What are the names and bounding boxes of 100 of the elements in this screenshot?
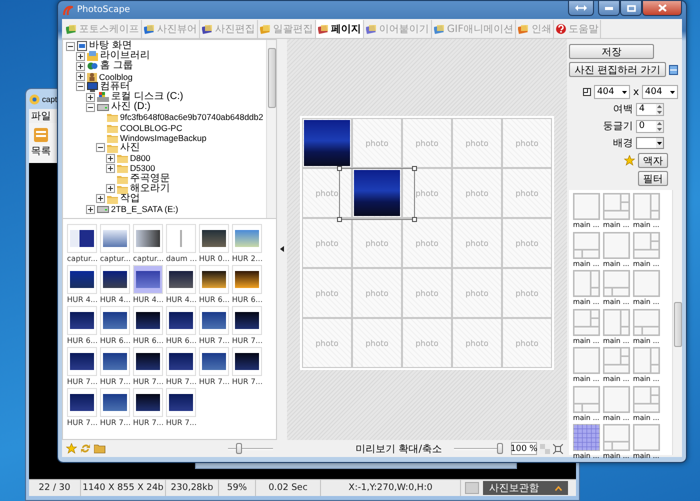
thumbnail[interactable] bbox=[199, 347, 229, 376]
expander-icon[interactable] bbox=[66, 42, 75, 51]
tree-item[interactable]: COOLBLOG-PC bbox=[120, 122, 182, 133]
folder-icon[interactable] bbox=[94, 444, 106, 454]
photo-slot[interactable]: photo bbox=[452, 268, 502, 318]
thumbnail[interactable] bbox=[67, 265, 97, 294]
close-button[interactable] bbox=[642, 1, 682, 16]
album-button[interactable]: 사진보관함 bbox=[483, 481, 568, 495]
tree-item[interactable]: D800 bbox=[130, 153, 150, 164]
fit-icon[interactable] bbox=[553, 444, 563, 454]
photo-slot[interactable]: photo bbox=[402, 318, 452, 368]
thumbnail[interactable] bbox=[166, 224, 196, 253]
thumbnail[interactable] bbox=[199, 265, 229, 294]
tree-item[interactable]: 해오라기 bbox=[130, 184, 170, 194]
photo-slot[interactable]: photo bbox=[452, 218, 502, 268]
tree-item[interactable]: 컴퓨터 bbox=[100, 82, 130, 92]
save-button[interactable]: 저장 bbox=[569, 44, 654, 59]
thumbnail[interactable] bbox=[67, 306, 97, 335]
photo-slot[interactable]: photo bbox=[402, 218, 452, 268]
thumbnail[interactable] bbox=[67, 224, 97, 253]
thumbnail[interactable] bbox=[133, 388, 163, 417]
thumbnail[interactable] bbox=[133, 265, 163, 294]
photo-slot[interactable]: photo bbox=[352, 268, 402, 318]
tree-item[interactable]: 바탕 화면 bbox=[89, 41, 132, 52]
minimize-button[interactable] bbox=[598, 1, 620, 16]
tree-item[interactable]: D5300 bbox=[130, 163, 156, 174]
star-icon[interactable] bbox=[66, 443, 77, 454]
thumbnail[interactable] bbox=[232, 224, 262, 253]
resize-handle[interactable] bbox=[337, 217, 342, 222]
thumbnail[interactable] bbox=[166, 265, 196, 294]
photo-slot[interactable]: photo bbox=[452, 118, 502, 168]
thumbnail[interactable] bbox=[166, 388, 196, 417]
expander-icon[interactable] bbox=[96, 194, 105, 204]
photo-slot[interactable]: photo bbox=[402, 168, 452, 218]
resize-handle[interactable] bbox=[337, 166, 342, 171]
expander-icon[interactable] bbox=[86, 204, 95, 214]
expander-icon[interactable] bbox=[106, 184, 115, 194]
scrollbar[interactable] bbox=[266, 40, 276, 218]
zoom-percent-field[interactable]: 100 % bbox=[511, 442, 537, 455]
photo-slot[interactable]: photo bbox=[302, 218, 352, 268]
expander-icon[interactable] bbox=[76, 72, 85, 82]
thumbnail[interactable] bbox=[199, 306, 229, 335]
tree-item[interactable]: 주곡영문 bbox=[130, 174, 170, 184]
tab[interactable]: 인쇄 bbox=[516, 20, 554, 38]
thumbnail[interactable] bbox=[133, 306, 163, 335]
tree-item[interactable]: 9fc3fb648f08ac6e9b70740ab648ddb2 bbox=[120, 112, 264, 122]
menu-item[interactable]: 파일 bbox=[31, 109, 51, 123]
expander-icon[interactable] bbox=[76, 52, 85, 61]
photo-slot[interactable]: photo bbox=[452, 318, 502, 368]
tree-item[interactable]: 작업 bbox=[120, 194, 140, 204]
tree-item[interactable]: WindowsImageBackup bbox=[120, 132, 206, 143]
photo-slot[interactable]: photo bbox=[302, 318, 352, 368]
tree-item[interactable]: 사진 bbox=[120, 142, 140, 153]
tree-item[interactable]: 홈 그룹 bbox=[100, 61, 133, 72]
photo-slot[interactable]: photo bbox=[302, 168, 352, 218]
expander-icon[interactable] bbox=[96, 143, 105, 152]
tree-item[interactable]: Coolblog bbox=[99, 72, 133, 82]
tab[interactable]: 페이지 bbox=[316, 20, 364, 38]
thumbnail[interactable] bbox=[232, 347, 262, 376]
photo-slot[interactable]: photo bbox=[402, 268, 452, 318]
tab[interactable]: 이어붙이기 bbox=[364, 20, 432, 38]
photo-slot[interactable]: photo bbox=[352, 218, 402, 268]
photo-slot[interactable]: photo bbox=[402, 118, 452, 168]
thumbnail[interactable] bbox=[100, 388, 130, 417]
thumbnail[interactable] bbox=[100, 224, 130, 253]
resize-button[interactable] bbox=[568, 1, 594, 16]
width-dropdown[interactable]: 404 bbox=[594, 85, 630, 99]
tab[interactable]: GIF애니메이션 bbox=[432, 20, 516, 38]
resize-handle[interactable] bbox=[412, 166, 417, 171]
photo-slot[interactable]: photo bbox=[352, 318, 402, 368]
thumbnail[interactable] bbox=[199, 224, 229, 253]
thumbnail[interactable] bbox=[232, 265, 262, 294]
round-spinbox[interactable]: 0 bbox=[636, 120, 664, 132]
thumbnail[interactable] bbox=[100, 265, 130, 294]
photo-slot[interactable]: photo bbox=[452, 168, 502, 218]
go-edit-button[interactable]: 사진 편집하러 가기 bbox=[569, 62, 666, 77]
thumbnail[interactable] bbox=[166, 347, 196, 376]
thumbnail[interactable] bbox=[133, 347, 163, 376]
tree-item[interactable]: 사진 (D:) bbox=[111, 102, 150, 112]
maximize-button[interactable] bbox=[620, 1, 642, 16]
photo-slot[interactable]: photo bbox=[302, 268, 352, 318]
tab[interactable]: 포토스케이프 bbox=[64, 20, 142, 38]
background-color-picker[interactable] bbox=[636, 137, 664, 149]
slider-thumb[interactable] bbox=[236, 442, 242, 454]
expander-icon[interactable] bbox=[106, 154, 115, 163]
tree-item[interactable]: 라이브러리 bbox=[100, 51, 150, 62]
margin-spinbox[interactable]: 4 bbox=[636, 102, 664, 116]
height-dropdown[interactable]: 404 bbox=[642, 85, 678, 99]
thumbnail[interactable] bbox=[67, 347, 97, 376]
resize-handle[interactable] bbox=[412, 217, 417, 222]
collapse-arrow-icon[interactable] bbox=[280, 246, 284, 252]
tree-item[interactable]: 로컬 디스크 (C:) bbox=[111, 92, 184, 102]
layout-icon[interactable] bbox=[669, 64, 678, 74]
photo-slot[interactable]: photo bbox=[352, 118, 402, 168]
thumbnail[interactable] bbox=[67, 388, 97, 417]
thumbnail[interactable] bbox=[232, 306, 262, 335]
scrollbar[interactable] bbox=[672, 190, 682, 455]
tree-item[interactable]: 2TB_E_SATA (E:) bbox=[111, 204, 178, 214]
thumbnail[interactable] bbox=[100, 347, 130, 376]
thumbnail[interactable] bbox=[166, 306, 196, 335]
